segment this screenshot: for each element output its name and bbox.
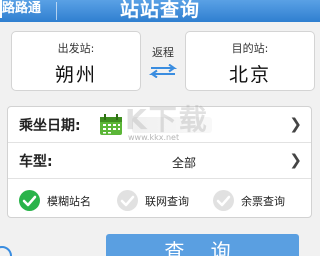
query-option-checks: 模糊站名 联网查询 余票查询 [8, 180, 311, 218]
checkmark-icon [19, 190, 40, 211]
date-row[interactable]: 乘坐日期: ❯ [8, 107, 311, 143]
to-station-card[interactable]: 目的站: 北京 [185, 31, 315, 91]
checkmark-icon [213, 190, 234, 211]
help-icon[interactable] [0, 245, 16, 256]
swap-label: 返程 [152, 46, 174, 59]
from-station-card[interactable]: 出发站: 朔州 [11, 31, 141, 91]
chevron-right-icon: ❯ [289, 115, 302, 133]
app-header: 路路通 站站查询 [0, 0, 320, 22]
train-type-label: 车型: [19, 154, 53, 170]
to-station-name: 北京 [228, 64, 271, 86]
from-station-name: 朔州 [54, 64, 97, 86]
ticket-availability-label: 余票查询 [241, 195, 285, 208]
fuzzy-station-label: 模糊站名 [47, 195, 91, 208]
train-type-value: 全部 [172, 156, 197, 170]
query-options-panel: 乘坐日期: ❯ 车型: 全部 ❯ 模糊站名 联网查询 余票查询 [7, 106, 312, 218]
date-label: 乘坐日期: [19, 118, 81, 134]
swap-stations-button[interactable]: 返程 [141, 44, 185, 78]
page-title: 站站查询 [119, 0, 200, 21]
from-station-label: 出发站: [57, 42, 95, 55]
to-station-label: 目的站: [231, 42, 269, 55]
train-type-row[interactable]: 车型: 全部 ❯ [8, 143, 311, 179]
query-button[interactable]: 查 询 [106, 234, 299, 256]
swap-arrows-icon [148, 64, 178, 78]
checkmark-icon [117, 190, 138, 211]
calendar-icon [100, 114, 122, 135]
chevron-right-icon: ❯ [289, 151, 302, 169]
date-value-blurred [132, 117, 212, 133]
online-query-label: 联网查询 [145, 195, 189, 208]
